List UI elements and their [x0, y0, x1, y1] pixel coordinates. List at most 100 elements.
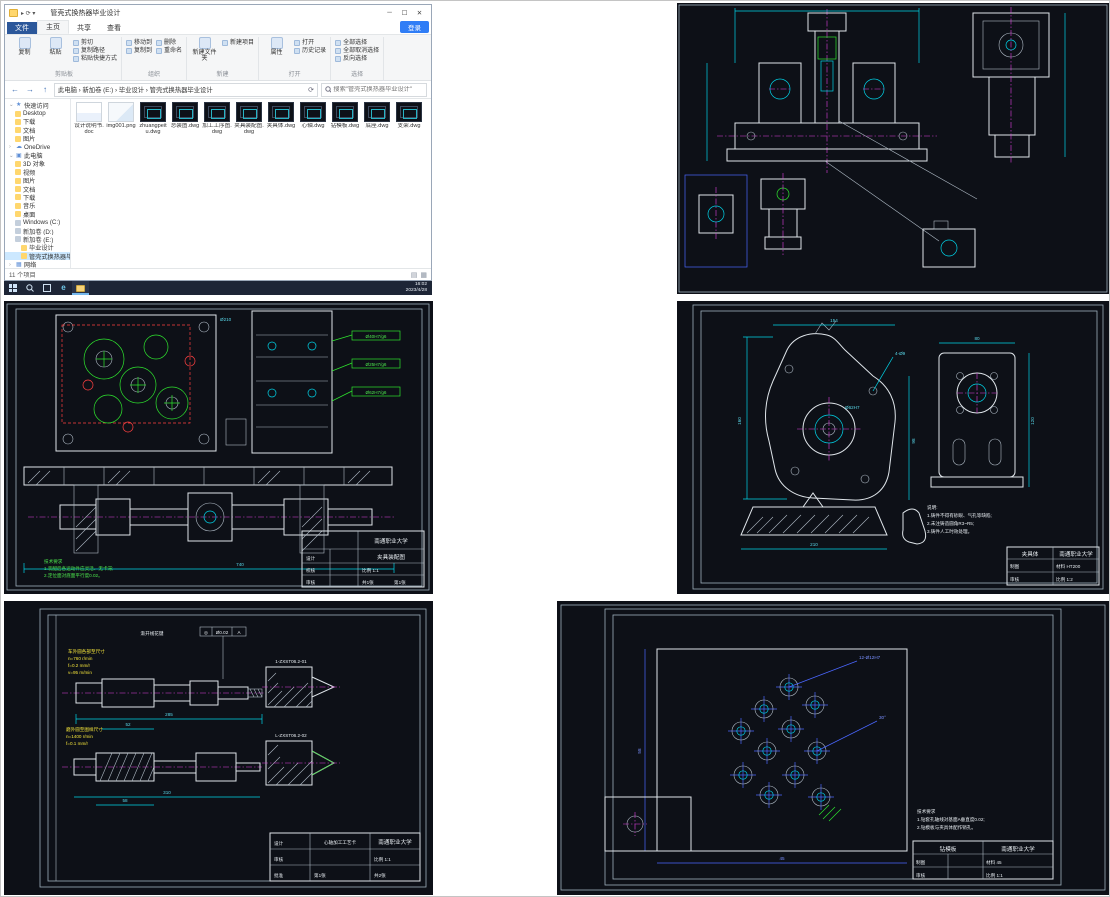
process-note: f=0.2 mm/r	[68, 663, 91, 668]
details-view-icon[interactable]: ▤	[411, 271, 418, 279]
history-button[interactable]: 历史记录	[294, 48, 326, 54]
folder-icon	[15, 161, 21, 167]
tab-share[interactable]: 共享	[69, 22, 99, 34]
cad-panel-shafts: 渐开线花键 ◎ Ø0.02 A 车外圆各部至尺寸 n=760 r/min f=0…	[4, 601, 433, 895]
paste-shortcut-button[interactable]: 粘贴快捷方式	[73, 56, 117, 62]
properties-icon	[271, 37, 283, 49]
sidebar-item-biyesheji[interactable]: 毕业设计	[5, 244, 70, 252]
taskbar-search-button[interactable]	[21, 281, 38, 295]
delete-button[interactable]: 删除	[156, 40, 182, 46]
sidebar-item-downloads[interactable]: 下载	[5, 118, 70, 126]
taskbar-clock[interactable]: 16:02 2023/4/28	[406, 282, 432, 293]
select-all-button[interactable]: 全部选择	[335, 40, 379, 46]
chevron-icon[interactable]: ›	[9, 144, 14, 150]
file-item[interactable]: 底座.dwg	[361, 102, 393, 136]
sidebar-item-current-folder[interactable]: 管壳式换热器毕业设计	[5, 252, 70, 260]
fit-callout: Ø62H7/g6	[366, 390, 387, 395]
back-button[interactable]: ←	[9, 84, 21, 96]
title-bar[interactable]: ▸ ⟳ ▾ 管壳式换热器毕业设计 ─ ☐ ✕	[5, 5, 431, 21]
title-block-school: 南通职业大学	[1001, 845, 1035, 853]
move-to-icon	[126, 40, 132, 46]
note-line: 说明:	[927, 504, 937, 511]
file-item[interactable]: 支架.dwg	[393, 102, 425, 136]
forward-button[interactable]: →	[24, 84, 36, 96]
close-button[interactable]: ✕	[412, 9, 427, 17]
tolerance-symbol: ◎	[204, 630, 209, 635]
chevron-icon[interactable]: ⌄	[9, 153, 14, 159]
file-item[interactable]: 夹具体.dwg	[265, 102, 297, 136]
address-bar[interactable]: 此电脑 › 新加卷 (E:) › 毕业设计 › 管壳式换热器毕业设计 ⟳	[54, 83, 318, 97]
sidebar-item-onedrive[interactable]: ›☁OneDrive	[5, 143, 70, 151]
drive-icon	[15, 228, 21, 234]
file-item[interactable]: zhuangpeitu.dwg	[137, 102, 169, 136]
cut-button[interactable]: 剪切	[73, 40, 117, 46]
sidebar-item-this-pc[interactable]: ⌄▣此电脑	[5, 151, 70, 159]
sidebar-item-drive-d[interactable]: 新加卷 (D:)	[5, 227, 70, 235]
move-to-button[interactable]: 移动到	[126, 40, 152, 46]
file-item[interactable]: 总装图.dwg	[169, 102, 201, 136]
sign-in-button[interactable]: 登录	[400, 21, 429, 33]
file-item[interactable]: 设计说明书.doc	[73, 102, 105, 136]
minimize-button[interactable]: ─	[382, 9, 397, 17]
sidebar-item-3d-objects[interactable]: 3D 对象	[5, 160, 70, 168]
task-view-button[interactable]	[38, 281, 55, 295]
copy-button[interactable]: 复制	[11, 37, 38, 56]
sidebar-item-desktop[interactable]: Desktop	[5, 109, 70, 117]
housing-drawing: 160 154 98 4-Ø9 Ø62H7 80 120 210	[677, 301, 1109, 594]
dim-label: Ø210	[220, 317, 232, 322]
sidebar-item-drive-e[interactable]: 新加卷 (E:)	[5, 235, 70, 243]
tab-view[interactable]: 查看	[99, 22, 129, 34]
cad-panel-assembly	[677, 3, 1109, 294]
file-item[interactable]: img001.png	[105, 102, 137, 136]
sidebar-item-documents[interactable]: 文档	[5, 126, 70, 134]
sidebar-item-documents2[interactable]: 文档	[5, 185, 70, 193]
copy-to-button[interactable]: 复制到	[126, 48, 152, 54]
open-button[interactable]: 打开	[294, 40, 326, 46]
paste-button[interactable]: 粘贴	[42, 37, 69, 56]
sidebar-item-quick-access[interactable]: ⌄★快速访问	[5, 101, 70, 109]
rename-button[interactable]: 重命名	[156, 48, 182, 54]
chevron-icon[interactable]: ⌄	[9, 102, 14, 108]
start-button[interactable]	[4, 281, 21, 295]
new-item-button[interactable]: 新建项目	[222, 40, 254, 46]
dim-label: 98	[911, 438, 916, 444]
search-box[interactable]	[321, 83, 427, 97]
note-line: 技术要求	[44, 558, 63, 565]
ribbon-group-organize: 移动到 复制到 删除 重命名 组织	[122, 37, 187, 80]
sidebar-item-network[interactable]: ›▦网络	[5, 260, 70, 268]
file-item[interactable]: 钻模板.dwg	[329, 102, 361, 136]
refresh-icon[interactable]: ⟳	[308, 86, 314, 94]
file-item[interactable]: 夹具装配图.dwg	[233, 102, 265, 136]
copy-path-button[interactable]: 复制路径	[73, 48, 117, 54]
note-line: 2.定位面对底面平行度0.02。	[44, 572, 103, 579]
quick-access-toolbar[interactable]: ▸ ⟳ ▾	[21, 10, 35, 17]
explorer-taskbar-button[interactable]	[72, 281, 89, 295]
tolerance-datum: A	[237, 630, 241, 635]
tab-home[interactable]: 主页	[37, 20, 69, 34]
invert-selection-button[interactable]: 反向选择	[335, 56, 379, 62]
sidebar-item-pictures[interactable]: 图片	[5, 135, 70, 143]
sidebar-item-desktop2[interactable]: 桌面	[5, 210, 70, 218]
edge-taskbar-button[interactable]: e	[55, 281, 72, 295]
breadcrumb[interactable]: 此电脑 › 新加卷 (E:) › 毕业设计 › 管壳式换热器毕业设计	[58, 85, 305, 94]
ribbon-group-clipboard: 复制 粘贴 剪切 复制路径 粘贴快捷方式 剪贴板	[7, 37, 122, 80]
search-input[interactable]	[333, 86, 423, 93]
new-folder-button[interactable]: 新建文件夹	[191, 37, 218, 62]
file-item[interactable]: 心轴.dwg	[297, 102, 329, 136]
up-button[interactable]: ↑	[39, 84, 51, 96]
thumbnails-view-icon[interactable]: ▦	[420, 271, 427, 279]
sidebar-item-music[interactable]: 音乐	[5, 202, 70, 210]
star-icon: ★	[16, 102, 22, 108]
process-note: f=0.1 mm/r	[66, 741, 89, 746]
properties-button[interactable]: 属性	[263, 37, 290, 56]
select-none-button[interactable]: 全部取消选择	[335, 48, 379, 54]
sidebar-item-drive-c[interactable]: Windows (C:)	[5, 218, 70, 226]
sidebar-item-downloads2[interactable]: 下载	[5, 193, 70, 201]
file-item[interactable]: 加工工序图.dwg	[201, 102, 233, 136]
sidebar-item-videos[interactable]: 视频	[5, 168, 70, 176]
maximize-button[interactable]: ☐	[397, 9, 412, 17]
drive-icon	[15, 236, 21, 242]
chevron-icon[interactable]: ›	[9, 262, 14, 268]
sidebar-item-pictures2[interactable]: 图片	[5, 177, 70, 185]
tab-file[interactable]: 文件	[7, 22, 37, 34]
